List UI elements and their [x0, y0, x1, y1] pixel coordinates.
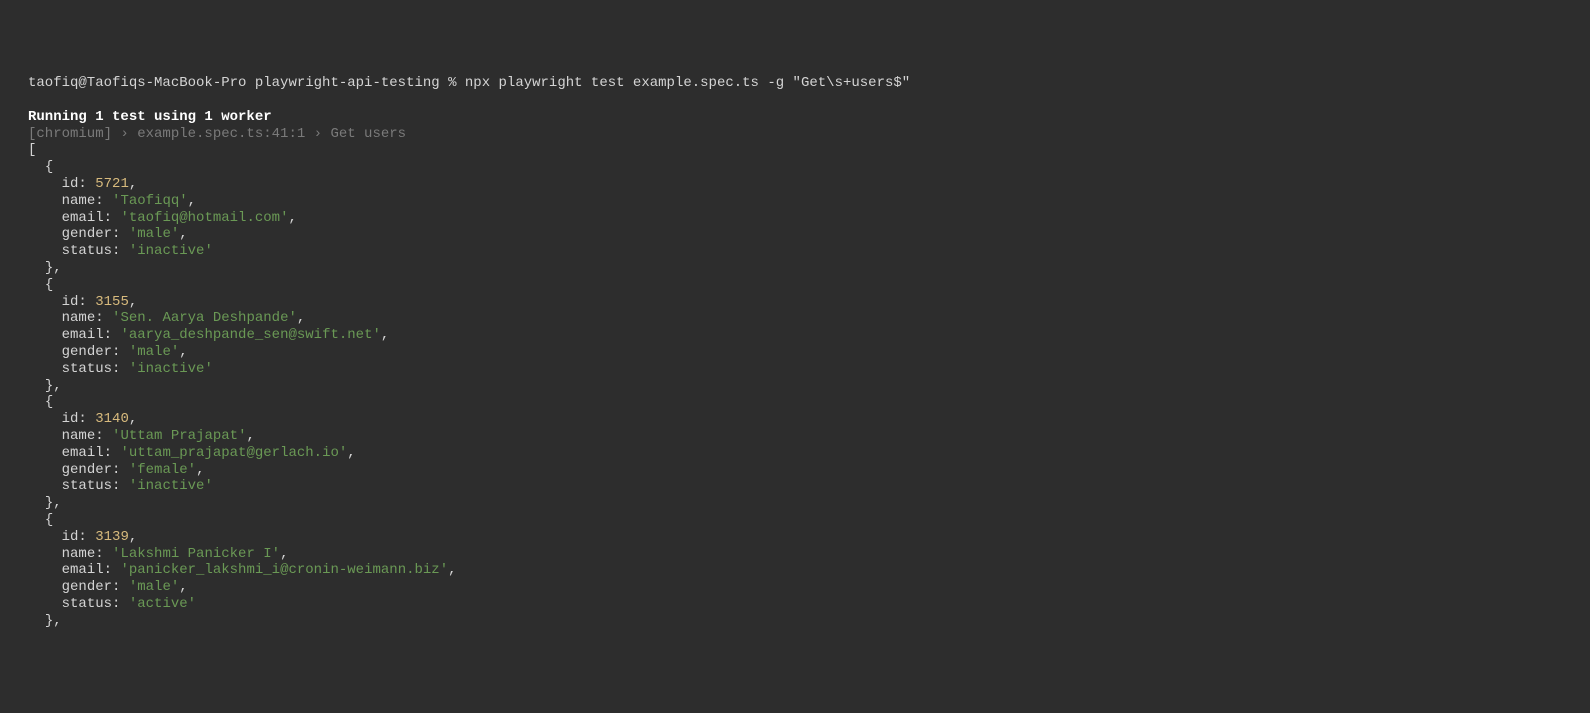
user-id: 3140: [95, 411, 129, 427]
prompt-user: taofiq@Taofiqs-MacBook-Pro: [28, 75, 246, 91]
user-status: 'active': [129, 596, 196, 612]
user-email: 'panicker_lakshmi_i@cronin-weimann.biz': [120, 562, 448, 578]
user-gender: 'male': [129, 226, 179, 242]
user-gender: 'male': [129, 344, 179, 360]
user-gender: 'male': [129, 579, 179, 595]
user-id: 3155: [95, 294, 129, 310]
user-object: { id: 3139, name: 'Lakshmi Panicker I', …: [28, 512, 457, 629]
user-status: 'inactive': [129, 361, 213, 377]
user-object: { id: 3155, name: 'Sen. Aarya Deshpande'…: [28, 277, 389, 394]
running-header: Running 1 test using 1 worker: [28, 109, 272, 125]
user-status: 'inactive': [129, 478, 213, 494]
prompt-line: taofiq@Taofiqs-MacBook-Pro playwright-ap…: [28, 75, 910, 91]
user-status: 'inactive': [129, 243, 213, 259]
user-object: { id: 5721, name: 'Taofiqq', email: 'tao…: [28, 159, 297, 276]
user-name: 'Uttam Prajapat': [112, 428, 246, 444]
prompt-symbol: %: [448, 75, 456, 91]
user-gender: 'female': [129, 462, 196, 478]
user-name: 'Sen. Aarya Deshpande': [112, 310, 297, 326]
command-text: npx playwright test example.spec.ts -g "…: [465, 75, 910, 91]
user-object: { id: 3140, name: 'Uttam Prajapat', emai…: [28, 394, 356, 511]
spec-line: [chromium] › example.spec.ts:41:1 › Get …: [28, 126, 406, 142]
user-email: 'uttam_prajapat@gerlach.io': [120, 445, 347, 461]
user-name: 'Lakshmi Panicker I': [112, 546, 280, 562]
user-email: 'taofiq@hotmail.com': [120, 210, 288, 226]
user-id: 3139: [95, 529, 129, 545]
terminal-output[interactable]: taofiq@Taofiqs-MacBook-Pro playwright-ap…: [0, 75, 1590, 629]
user-name: 'Taofiqq': [112, 193, 188, 209]
array-open: [: [28, 142, 36, 158]
user-email: 'aarya_deshpande_sen@swift.net': [120, 327, 380, 343]
user-id: 5721: [95, 176, 129, 192]
prompt-directory: playwright-api-testing: [255, 75, 440, 91]
